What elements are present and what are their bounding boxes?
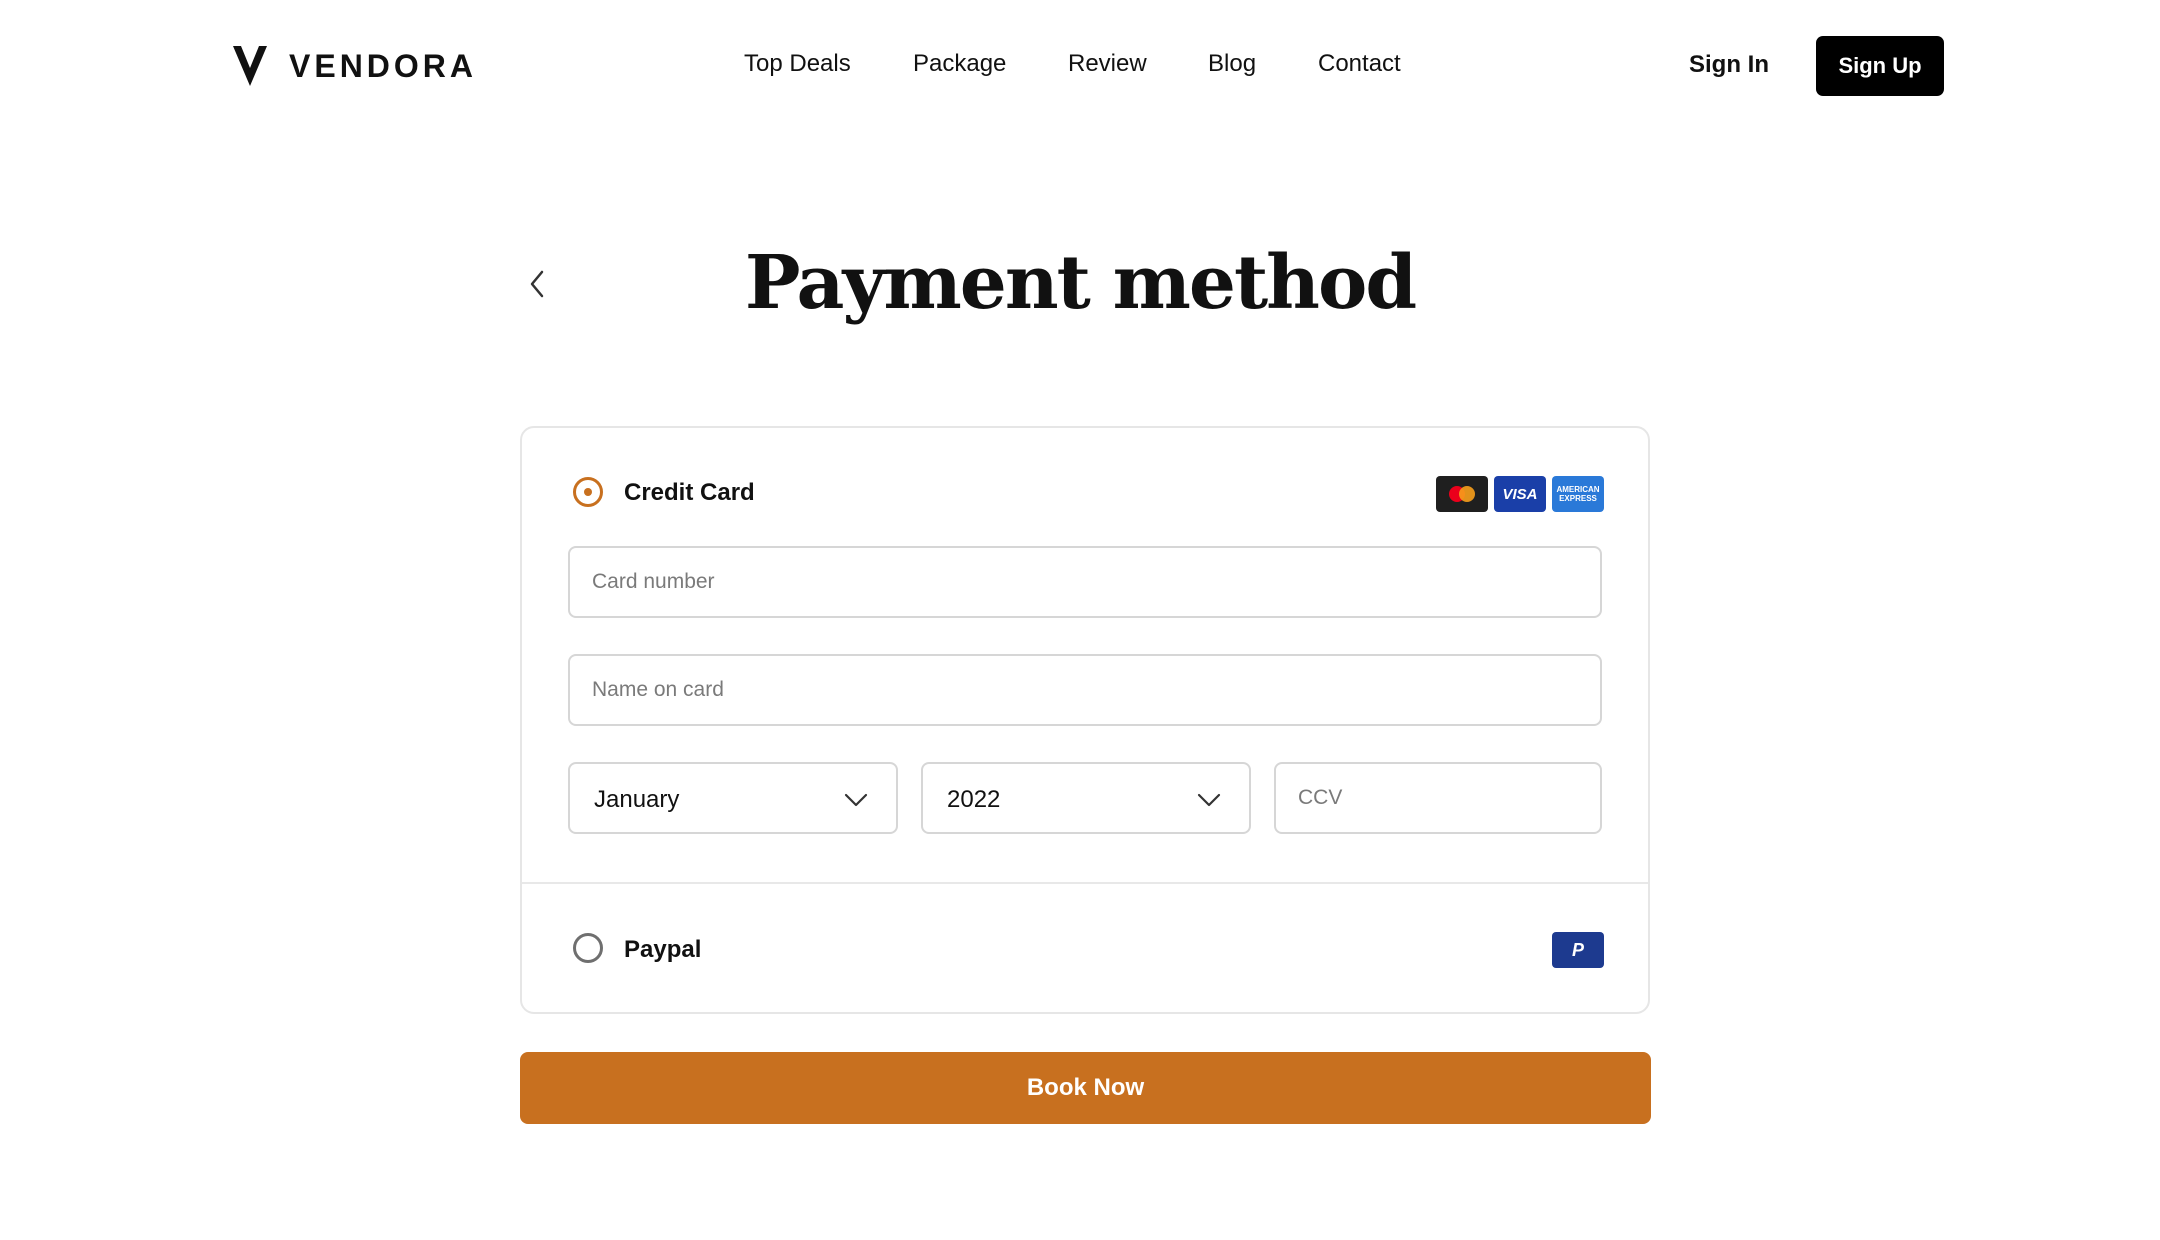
payment-method-card: Credit Card VISA AMERICAN EXPRESS Januar…	[520, 426, 1650, 1014]
name-on-card-input[interactable]	[570, 656, 1600, 724]
chevron-down-icon	[1195, 786, 1223, 814]
paypal-logo: P	[1552, 932, 1604, 968]
paypal-radio[interactable]	[573, 933, 603, 963]
mastercard-logo	[1436, 476, 1488, 512]
book-now-button[interactable]: Book Now	[520, 1052, 1651, 1124]
mastercard-icon	[1449, 486, 1475, 502]
month-select[interactable]: January	[568, 762, 898, 834]
year-select[interactable]: 2022	[921, 762, 1251, 834]
amex-logo-text: AMERICAN EXPRESS	[1556, 485, 1600, 503]
page-title: Payment method	[744, 240, 1417, 326]
options-divider	[522, 882, 1648, 884]
paypal-label: Paypal	[624, 936, 702, 963]
ccv-input[interactable]	[1276, 764, 1600, 832]
card-number-field	[568, 546, 1602, 618]
nav-review[interactable]: Review	[1068, 50, 1147, 78]
chevron-down-icon	[842, 786, 870, 814]
name-on-card-field	[568, 654, 1602, 726]
credit-card-label: Credit Card	[624, 479, 755, 506]
year-select-value: 2022	[947, 786, 1001, 813]
credit-card-radio[interactable]	[573, 477, 603, 507]
ccv-field	[1274, 762, 1602, 834]
radio-selected-dot	[584, 488, 592, 496]
visa-logo: VISA	[1494, 476, 1546, 512]
card-number-input[interactable]	[570, 548, 1600, 616]
nav-top-deals[interactable]: Top Deals	[744, 50, 851, 78]
sign-up-button[interactable]: Sign Up	[1816, 36, 1944, 96]
amex-logo: AMERICAN EXPRESS	[1552, 476, 1604, 512]
nav-blog[interactable]: Blog	[1208, 50, 1256, 78]
month-select-value: January	[594, 786, 680, 813]
sign-in-link[interactable]: Sign In	[1689, 51, 1769, 79]
nav-contact[interactable]: Contact	[1318, 50, 1401, 78]
nav-package[interactable]: Package	[913, 50, 1006, 78]
